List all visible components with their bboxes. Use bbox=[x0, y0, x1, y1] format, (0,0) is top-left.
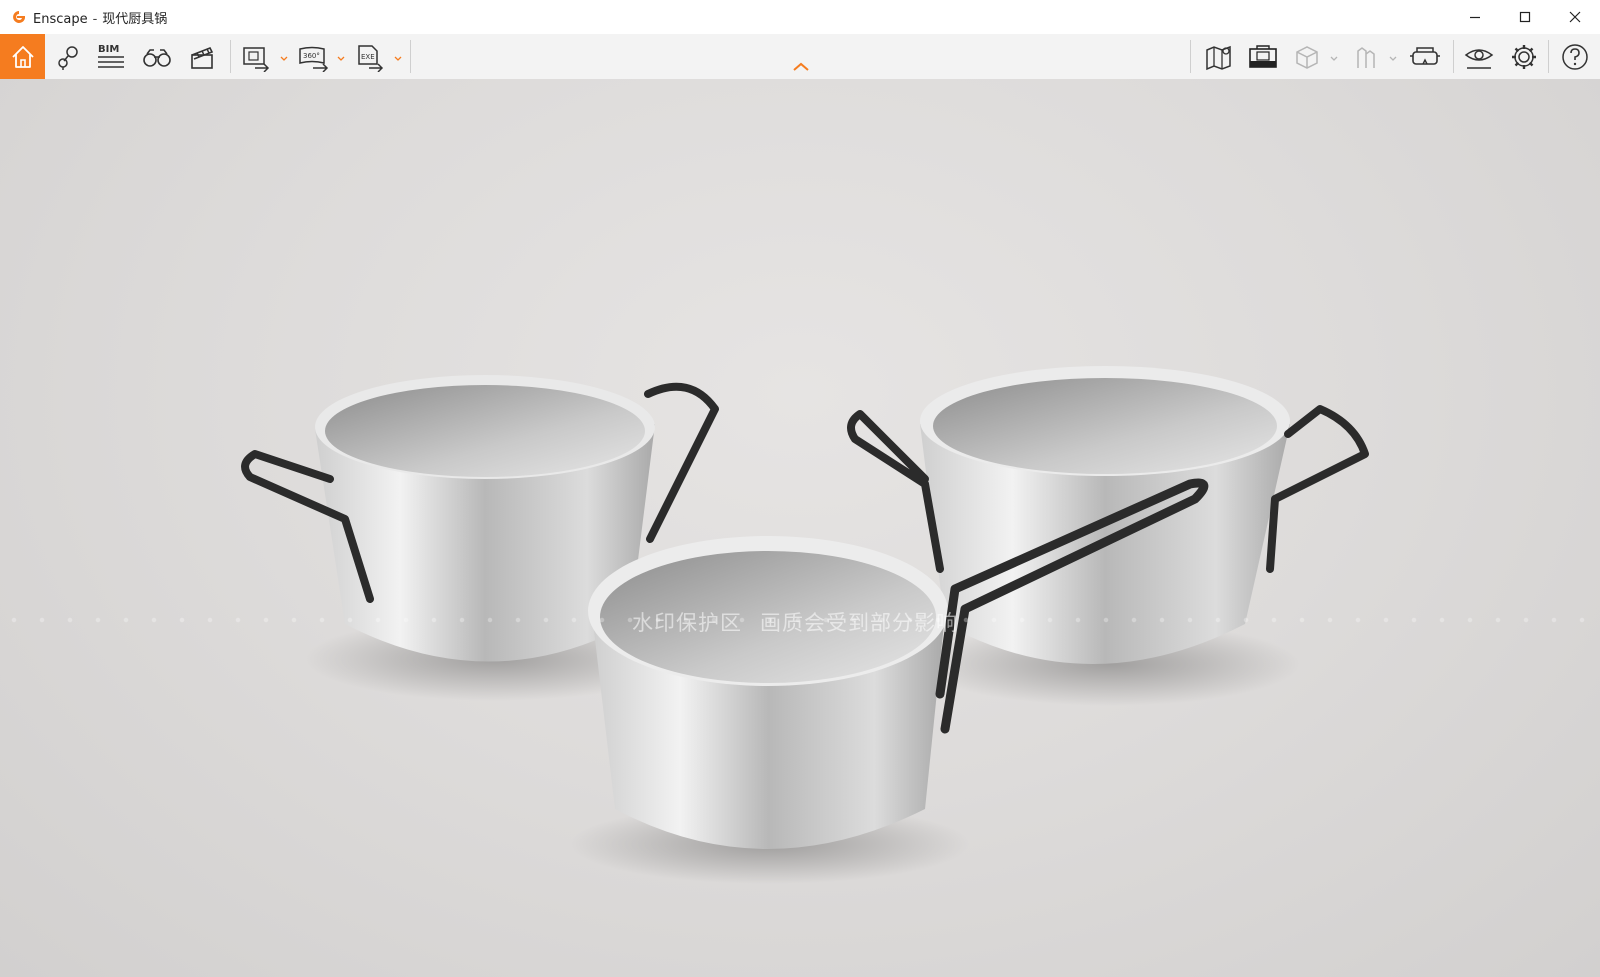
binoculars-button[interactable] bbox=[140, 34, 174, 79]
panorama-export-icon: 360° bbox=[299, 46, 329, 72]
window-controls bbox=[1450, 0, 1600, 34]
exe-export-button[interactable]: EXE bbox=[354, 34, 386, 79]
video-editor-button[interactable] bbox=[186, 34, 218, 79]
vr-headset-icon bbox=[1410, 46, 1440, 65]
asset-library-icon bbox=[1249, 44, 1277, 68]
title-separator: - bbox=[92, 11, 98, 27]
toolbar-divider bbox=[410, 40, 411, 73]
vr-headset-button[interactable] bbox=[1408, 34, 1442, 79]
bim-icon: BIM bbox=[98, 44, 124, 68]
maximize-button[interactable] bbox=[1500, 0, 1550, 34]
home-icon bbox=[11, 45, 34, 68]
help-icon bbox=[1562, 43, 1588, 70]
cube-button[interactable] bbox=[1291, 34, 1323, 79]
toolbar-divider bbox=[1548, 40, 1549, 73]
cube-dropdown-icon[interactable] bbox=[1330, 56, 1338, 62]
walk-dropdown-icon[interactable] bbox=[1389, 56, 1397, 62]
watermark-text: 水印保护区 画质会受到部分影响 bbox=[632, 607, 958, 637]
views-button[interactable] bbox=[52, 34, 84, 79]
home-button[interactable] bbox=[0, 34, 45, 79]
bim-button[interactable]: BIM bbox=[94, 34, 128, 79]
map-icon bbox=[1206, 45, 1231, 70]
main-toolbar: BIM 360° EXE bbox=[0, 34, 1600, 80]
close-button[interactable] bbox=[1550, 0, 1600, 34]
panorama-dropdown-icon[interactable] bbox=[337, 56, 345, 62]
watermark-left: 水印保护区 bbox=[632, 611, 742, 635]
maximize-icon bbox=[1519, 11, 1531, 23]
toolbar-divider bbox=[1190, 40, 1191, 73]
app-name: Enscape bbox=[33, 11, 88, 27]
settings-gear-icon bbox=[1512, 44, 1536, 69]
title-bar: Enscape - 现代厨具锅 bbox=[0, 0, 1600, 34]
toolbar-divider bbox=[230, 40, 231, 73]
window-title: Enscape - 现代厨具锅 bbox=[33, 8, 167, 27]
exe-label: EXE bbox=[361, 53, 375, 61]
visual-settings-button[interactable] bbox=[1462, 34, 1496, 79]
walk-button[interactable] bbox=[1350, 34, 1382, 79]
collapse-toolbar-icon[interactable] bbox=[792, 62, 810, 72]
screenshot-export-button[interactable] bbox=[240, 34, 272, 79]
close-icon bbox=[1569, 11, 1581, 23]
minimize-button[interactable] bbox=[1450, 0, 1500, 34]
location-icon bbox=[58, 45, 78, 70]
screenshot-dropdown-icon[interactable] bbox=[280, 56, 288, 62]
render-viewport[interactable]: 水印保护区 画质会受到部分影响 bbox=[0, 79, 1600, 977]
map-button[interactable] bbox=[1203, 34, 1235, 79]
visual-settings-icon bbox=[1464, 48, 1494, 69]
bim-label: BIM bbox=[98, 44, 119, 55]
minimize-icon bbox=[1470, 16, 1480, 19]
toolbar-divider bbox=[1453, 40, 1454, 73]
walk-icon bbox=[1357, 46, 1375, 68]
panorama-export-button[interactable]: 360° bbox=[296, 34, 332, 79]
enscape-logo-icon bbox=[13, 11, 25, 23]
exe-export-icon: EXE bbox=[358, 44, 384, 72]
panorama-label: 360° bbox=[303, 52, 320, 60]
asset-library-button[interactable] bbox=[1247, 34, 1279, 79]
clapperboard-icon bbox=[191, 46, 214, 69]
screenshot-export-icon bbox=[243, 46, 270, 72]
settings-button[interactable] bbox=[1508, 34, 1540, 79]
binoculars-icon bbox=[143, 48, 171, 67]
exe-dropdown-icon[interactable] bbox=[394, 56, 402, 62]
help-button[interactable] bbox=[1558, 34, 1592, 79]
watermark-right: 画质会受到部分影响 bbox=[760, 611, 958, 635]
cube-icon bbox=[1296, 45, 1318, 69]
document-name: 现代厨具锅 bbox=[102, 11, 168, 27]
rendered-scene bbox=[241, 366, 1369, 884]
